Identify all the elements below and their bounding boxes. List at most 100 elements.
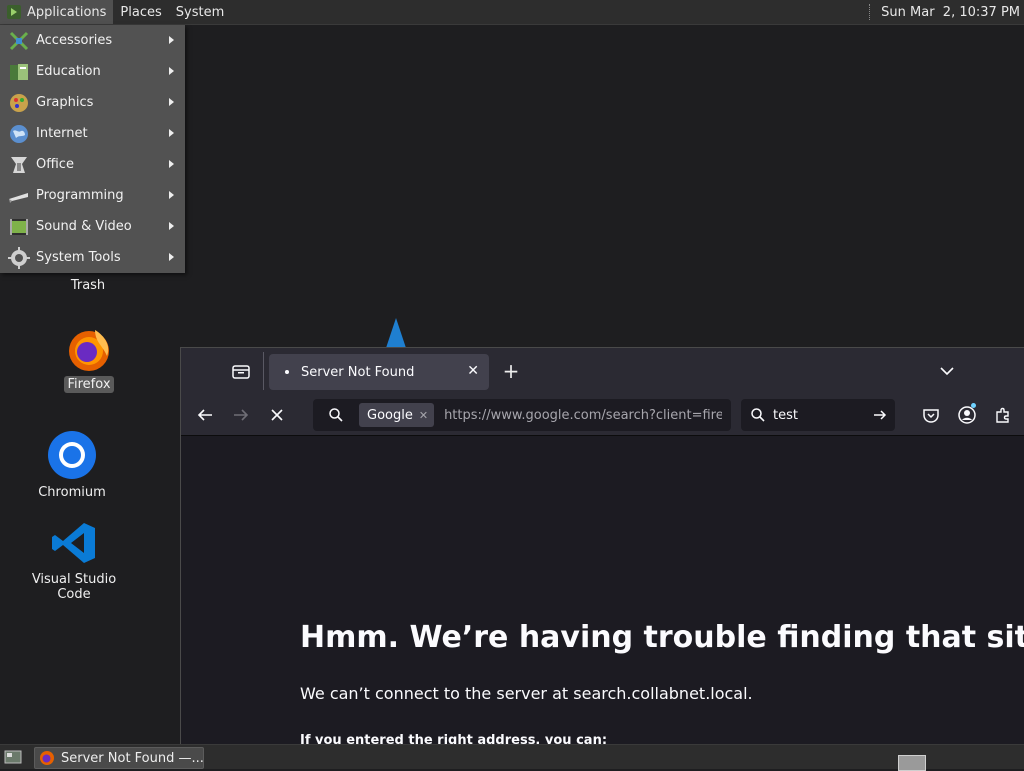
page-content: Hmm. We’re having trouble finding that s… <box>181 436 1024 744</box>
chromium-icon <box>48 431 96 479</box>
applications-menu[interactable]: Applications <box>0 0 114 24</box>
submenu-arrow-icon <box>169 222 174 230</box>
loading-dot-icon <box>281 365 295 379</box>
office-icon <box>11 156 27 173</box>
system-tools-icon <box>8 246 30 269</box>
list-all-tabs-button[interactable] <box>937 361 957 381</box>
firefox-label: Firefox <box>64 376 114 393</box>
tab-server-not-found[interactable]: Server Not Found ✕ <box>269 354 489 390</box>
stop-button[interactable] <box>267 405 287 425</box>
menu-item-label: Graphics <box>36 95 94 110</box>
error-suggestion: If you entered the right address, you ca… <box>300 733 608 744</box>
workspace-switcher[interactable] <box>898 755 926 771</box>
submenu-arrow-icon <box>169 67 174 75</box>
system-menu[interactable]: System <box>169 0 231 24</box>
menu-item-graphics[interactable]: Graphics <box>0 87 185 118</box>
forward-button[interactable] <box>231 405 251 425</box>
background-window-fragment <box>386 318 406 348</box>
tab-title: Server Not Found <box>301 364 415 380</box>
accessories-icon <box>9 31 29 50</box>
menu-item-system-tools[interactable]: System Tools <box>0 242 185 273</box>
vscode-label: Visual Studio Code <box>31 572 117 602</box>
firefox-view-button[interactable] <box>231 362 251 382</box>
tab-divider <box>263 352 264 390</box>
chromium-label: Chromium <box>38 485 106 500</box>
education-icon <box>10 63 28 80</box>
search-icon <box>751 408 765 422</box>
plus-icon: + <box>502 359 520 383</box>
menu-item-office[interactable]: Office <box>0 149 185 180</box>
menu-item-label: Accessories <box>36 33 113 48</box>
bottom-panel: Server Not Found —... <box>0 744 1024 771</box>
graphics-icon <box>10 93 28 112</box>
close-tab-icon[interactable]: ✕ <box>467 364 479 378</box>
menu-item-label: Programming <box>36 188 124 203</box>
menu-item-label: Internet <box>36 126 88 141</box>
taskbar-button-label: Server Not Found —... <box>61 750 204 766</box>
pocket-button[interactable] <box>921 405 941 425</box>
nav-bar: Google ✕ https://www.google.com/search?c… <box>181 395 1024 436</box>
menu-item-internet[interactable]: Internet <box>0 118 185 149</box>
menu-item-education[interactable]: Education <box>0 56 185 87</box>
firefox-view-icon <box>232 365 250 379</box>
programming-icon <box>9 192 28 203</box>
desktop-trash[interactable]: Trash <box>62 277 114 294</box>
new-tab-button[interactable]: + <box>501 361 521 381</box>
search-engine-label: Google <box>367 407 413 423</box>
submenu-arrow-icon <box>169 36 174 44</box>
show-desktop-button[interactable] <box>2 747 24 767</box>
error-title: Hmm. We’re having trouble finding that s… <box>300 620 1024 655</box>
desktop-vscode[interactable]: Visual Studio Code <box>12 521 136 603</box>
trash-label: Trash <box>70 278 106 293</box>
pocket-icon <box>923 408 939 423</box>
firefox-icon <box>69 330 109 371</box>
url-text[interactable]: https://www.google.com/search?client=fir… <box>444 408 722 423</box>
applications-label: Applications <box>27 4 107 20</box>
top-panel: Applications Places System Sun Mar 2, 10… <box>0 0 1024 25</box>
puzzle-icon <box>996 407 1009 423</box>
account-icon <box>958 406 976 424</box>
vscode-icon <box>52 523 95 563</box>
menu-item-label: Office <box>36 157 74 172</box>
search-bar[interactable]: test <box>741 399 895 431</box>
show-desktop-icon <box>4 750 22 764</box>
menu-item-programming[interactable]: Programming <box>0 180 185 211</box>
firefox-icon <box>40 751 54 765</box>
arrow-left-icon <box>197 409 212 421</box>
stop-icon <box>271 409 283 421</box>
remove-engine-icon[interactable]: ✕ <box>419 409 428 422</box>
search-query[interactable]: test <box>773 408 798 423</box>
menu-item-label: Education <box>36 64 101 79</box>
tab-bar: Server Not Found ✕ + <box>181 348 1024 395</box>
search-engine-chip[interactable]: Google ✕ <box>359 403 435 427</box>
back-button[interactable] <box>195 405 215 425</box>
desktop-chromium[interactable]: Chromium <box>30 430 114 501</box>
menu-item-sound-video[interactable]: Sound & Video <box>0 211 185 242</box>
chevron-down-icon <box>940 367 954 376</box>
clock[interactable]: Sun Mar 2, 10:37 PM <box>881 5 1020 20</box>
applications-dropdown: Accessories Education Graphics Internet <box>0 25 185 273</box>
arrow-right-icon <box>234 409 249 421</box>
taskbar-button-firefox[interactable]: Server Not Found —... <box>34 747 204 769</box>
applications-icon <box>7 5 21 19</box>
places-menu[interactable]: Places <box>113 0 168 24</box>
submenu-arrow-icon <box>169 129 174 137</box>
sound-video-icon <box>10 218 28 235</box>
submenu-arrow-icon <box>169 160 174 168</box>
menu-item-label: Sound & Video <box>36 219 132 234</box>
go-arrow-icon[interactable] <box>873 409 887 421</box>
error-description: We can’t connect to the server at search… <box>300 684 753 703</box>
submenu-arrow-icon <box>169 98 174 106</box>
firefox-window: Server Not Found ✕ + Google ✕ https://ww… <box>180 347 1024 744</box>
menu-item-label: System Tools <box>36 250 121 265</box>
submenu-arrow-icon <box>169 253 174 261</box>
account-button[interactable] <box>957 403 977 425</box>
desktop-firefox[interactable]: Firefox <box>52 326 126 393</box>
panel-separator <box>869 4 872 20</box>
submenu-arrow-icon <box>169 191 174 199</box>
menu-item-accessories[interactable]: Accessories <box>0 25 185 56</box>
search-icon <box>329 408 343 422</box>
url-bar[interactable]: Google ✕ https://www.google.com/search?c… <box>313 399 731 431</box>
notification-dot <box>971 403 976 408</box>
extensions-button[interactable] <box>993 405 1013 425</box>
